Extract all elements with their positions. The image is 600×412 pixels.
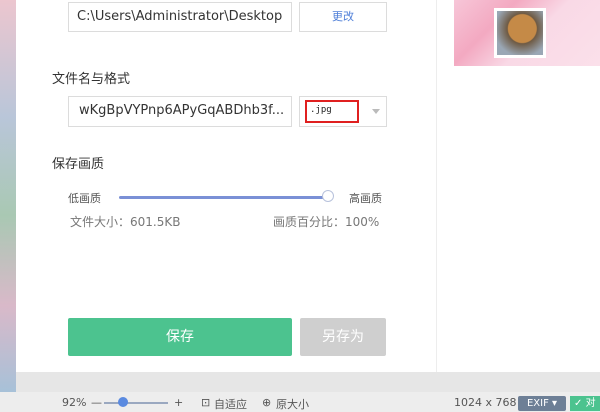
- filename-input[interactable]: wKgBpVYPnp6APyGqABDhb3f...: [68, 96, 292, 127]
- quality-slider-track[interactable]: [119, 196, 329, 199]
- compare-label: 对: [585, 398, 596, 409]
- exif-label: EXIF: [526, 398, 549, 409]
- low-quality-label: 低画质: [68, 192, 101, 205]
- filename-format-label: 文件名与格式: [52, 72, 131, 87]
- high-quality-label: 高画质: [349, 192, 382, 205]
- preview-photo: [494, 8, 546, 58]
- fit-button-label[interactable]: 自适应: [214, 396, 247, 412]
- chevron-down-icon[interactable]: [372, 109, 380, 114]
- zoom-original-icon[interactable]: ⊕: [262, 396, 271, 409]
- save-as-button[interactable]: 另存为: [300, 318, 386, 356]
- change-path-button[interactable]: 更改: [299, 2, 387, 32]
- fit-to-window-icon[interactable]: ⊡: [201, 396, 210, 409]
- save-dialog: [16, 0, 600, 372]
- save-path-field[interactable]: C:\Users\Administrator\Desktop: [68, 2, 292, 32]
- file-size-text: 文件大小：601.5KB: [70, 215, 181, 229]
- zoom-slider-track[interactable]: [104, 402, 168, 404]
- zoom-out-button[interactable]: —: [91, 396, 102, 409]
- image-dimensions: 1024 x 768: [454, 396, 517, 409]
- compare-button[interactable]: ✓ 对: [570, 396, 600, 411]
- quality-percent-text: 画质百分比：100%: [273, 215, 380, 229]
- quality-label: 保存画质: [52, 157, 105, 172]
- exif-button[interactable]: EXIF ▾: [518, 396, 566, 411]
- status-bar: 92% — + ⊡ 自适应 ⊕ 原大小 1024 x 768: [0, 392, 600, 412]
- panel-divider: [436, 0, 437, 372]
- quality-slider-handle[interactable]: [322, 190, 334, 202]
- format-selected-value[interactable]: .jpg: [305, 100, 359, 123]
- thumbnail-strip: [0, 0, 16, 392]
- preview-thumbnail: [454, 0, 600, 66]
- zoom-in-button[interactable]: +: [174, 396, 183, 409]
- zoom-slider-handle[interactable]: [118, 397, 128, 407]
- zoom-level: 92%: [62, 396, 87, 409]
- original-size-button-label[interactable]: 原大小: [276, 396, 309, 412]
- format-dropdown[interactable]: .jpg: [299, 96, 387, 127]
- save-button[interactable]: 保存: [68, 318, 292, 356]
